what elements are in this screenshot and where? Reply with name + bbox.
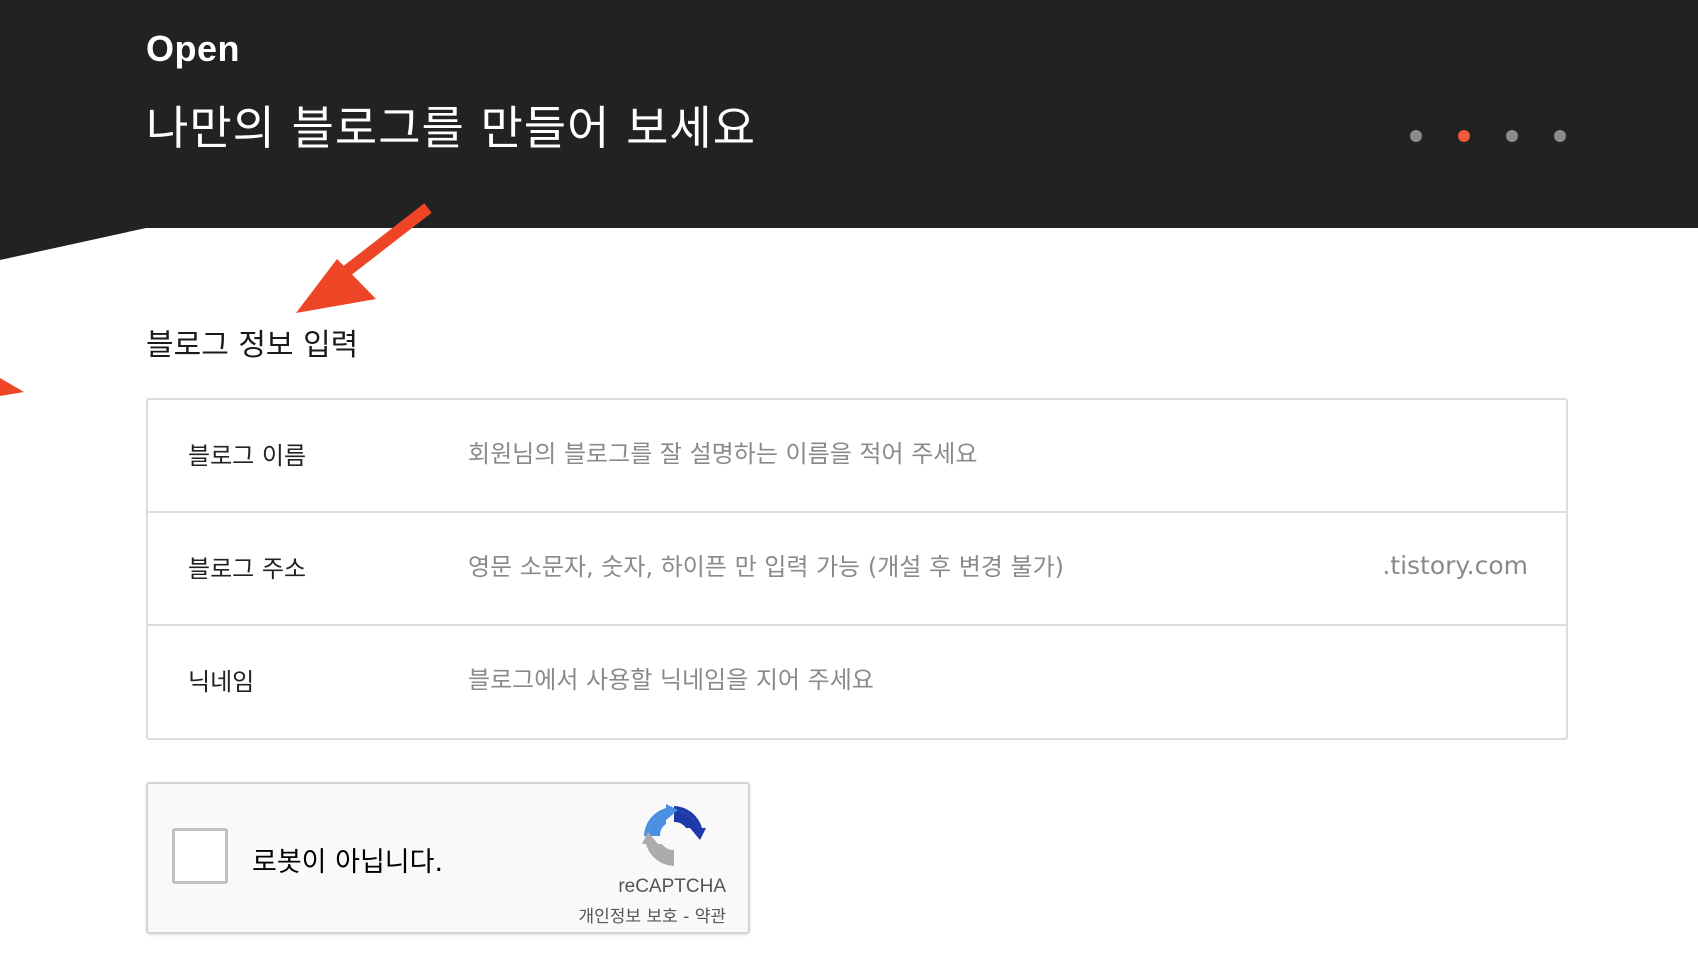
carousel-dot-2[interactable] xyxy=(1458,130,1470,142)
terms-link[interactable]: 약관 xyxy=(695,907,726,927)
blog-address-label: 블로그 주소 xyxy=(188,555,307,583)
nickname-label: 닉네임 xyxy=(188,668,255,696)
recaptcha-logo-icon xyxy=(642,804,706,866)
link-separator: - xyxy=(683,907,690,927)
recaptcha-checkbox[interactable] xyxy=(172,828,228,884)
annotation-arrow-left-icon xyxy=(0,378,24,396)
blog-address-suffix: .tistory.com xyxy=(1382,551,1528,580)
blog-name-input[interactable] xyxy=(468,428,1508,480)
carousel-pagination xyxy=(1410,130,1566,142)
page-headline: 나만의 블로그를 만들어 보세요 xyxy=(146,101,757,155)
form-row-blog-address: 블로그 주소 .tistory.com xyxy=(148,513,1566,626)
form-row-nickname: 닉네임 xyxy=(148,626,1566,738)
section-title: 블로그 정보 입력 xyxy=(146,328,359,363)
nickname-input[interactable] xyxy=(468,654,1508,706)
brand-logo: Open xyxy=(146,28,241,69)
form-row-blog-name: 블로그 이름 xyxy=(148,400,1566,513)
carousel-dot-4[interactable] xyxy=(1554,130,1566,142)
recaptcha-label: 로봇이 아닙니다. xyxy=(252,847,444,878)
recaptcha-brand: reCAPTCHA xyxy=(618,876,726,897)
blog-address-input[interactable] xyxy=(468,541,1368,593)
blog-name-label: 블로그 이름 xyxy=(188,442,307,470)
recaptcha-links: 개인정보 보호 - 약관 xyxy=(579,902,726,927)
blog-info-form: 블로그 이름 블로그 주소 .tistory.com 닉네임 xyxy=(146,398,1568,740)
privacy-link[interactable]: 개인정보 보호 xyxy=(579,907,678,927)
carousel-dot-1[interactable] xyxy=(1410,130,1422,142)
carousel-dot-3[interactable] xyxy=(1506,130,1518,142)
recaptcha-widget: 로봇이 아닙니다. reCAPTCHA 개인정보 보호 - 약관 xyxy=(146,782,750,934)
